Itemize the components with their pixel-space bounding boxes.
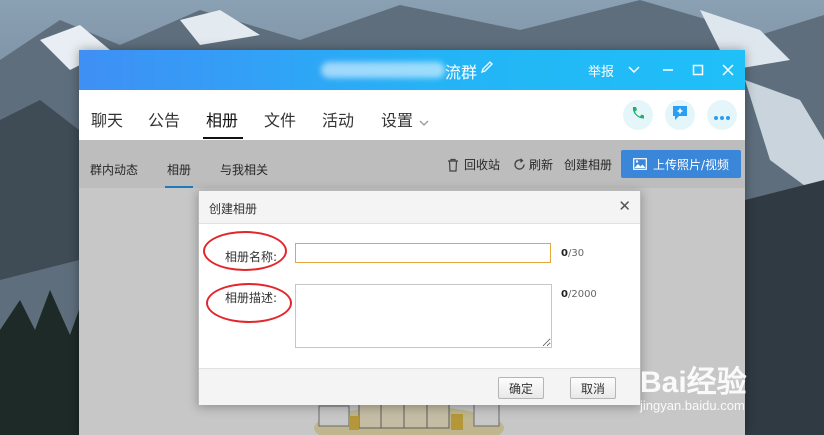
phone-icon — [630, 105, 646, 125]
more-icon — [713, 106, 731, 125]
watermark-brand: Bai经验 — [640, 366, 747, 399]
more-button[interactable] — [707, 100, 737, 130]
group-title: 流群 — [445, 63, 478, 82]
dialog-title: 创建相册 — [209, 202, 258, 216]
tab-chat[interactable]: 聊天 — [91, 107, 123, 131]
message-icon — [671, 104, 689, 126]
album-name-max: /30 — [567, 248, 585, 259]
dialog-close-icon[interactable]: ✕ — [618, 197, 631, 215]
upload-photo-button[interactable]: 上传照片/视频 — [621, 150, 741, 178]
tab-notice[interactable]: 公告 — [148, 107, 180, 131]
tab-activity[interactable]: 活动 — [322, 107, 354, 131]
tab-settings[interactable]: 设置 — [381, 107, 413, 131]
album-name-input[interactable] — [295, 243, 551, 263]
tab-album[interactable]: 相册 — [206, 107, 238, 131]
maximize-icon[interactable] — [686, 58, 710, 82]
close-icon[interactable] — [716, 58, 740, 82]
chevron-down-icon[interactable] — [622, 58, 646, 82]
tab-files[interactable]: 文件 — [264, 107, 296, 131]
blurred-title — [321, 62, 445, 78]
album-desc-max: /2000 — [567, 289, 597, 300]
chevron-down-icon — [419, 112, 429, 131]
dialog-header: 创建相册 ✕ — [199, 191, 640, 224]
active-tab-indicator — [203, 137, 243, 139]
message-button[interactable] — [665, 100, 695, 130]
title-bar: 流群 举报 — [79, 50, 745, 90]
album-name-counter: 0/30 — [561, 248, 584, 259]
main-nav: 聊天 公告 相册 文件 活动 设置 — [79, 90, 745, 140]
edit-icon[interactable] — [480, 60, 494, 78]
minimize-icon[interactable] — [656, 58, 680, 82]
album-name-count: 0 — [561, 248, 568, 259]
report-button[interactable]: 举报 — [588, 61, 614, 80]
album-desc-count: 0 — [561, 289, 568, 300]
image-icon — [633, 158, 647, 170]
annotation-circle-name — [203, 231, 287, 271]
dialog-footer: 确定 取消 — [199, 368, 640, 405]
watermark-url: jingyan.baidu.com — [640, 398, 745, 413]
album-desc-counter: 0/2000 — [561, 289, 597, 300]
upload-label: 上传照片/视频 — [652, 157, 730, 172]
album-desc-textarea[interactable] — [295, 284, 552, 348]
annotation-circle-desc — [206, 283, 292, 323]
phone-button[interactable] — [623, 100, 653, 130]
cancel-button[interactable]: 取消 — [570, 377, 616, 399]
confirm-button[interactable]: 确定 — [498, 377, 544, 399]
